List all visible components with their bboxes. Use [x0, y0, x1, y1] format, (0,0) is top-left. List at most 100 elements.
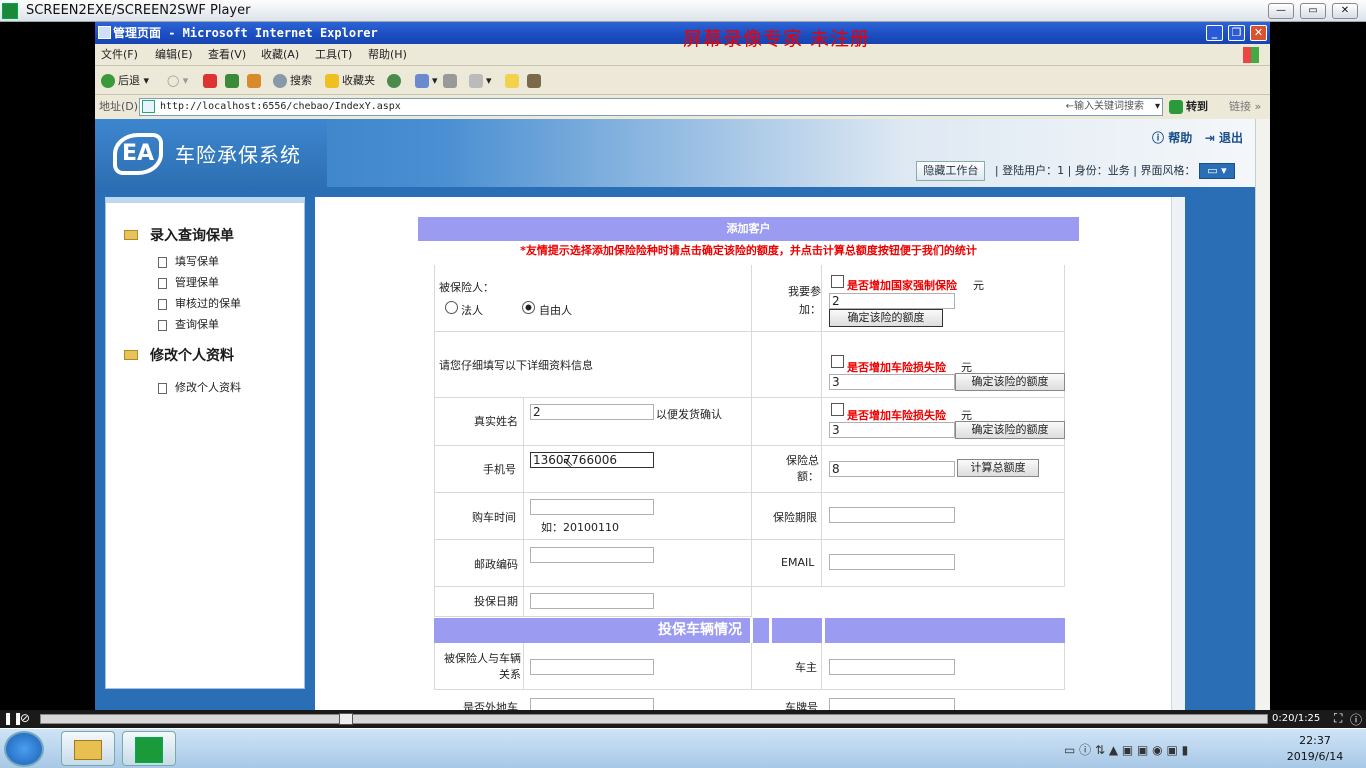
sidebar-section-profile[interactable]: 修改个人资料	[124, 345, 234, 365]
taskbar-player[interactable]	[122, 731, 176, 766]
messenger-button[interactable]	[527, 67, 544, 95]
menu-help[interactable]: 帮助(H)	[368, 44, 407, 66]
plate-input[interactable]	[829, 698, 955, 710]
taskbar-explorer[interactable]	[61, 731, 115, 766]
clock-time: 22:37	[1299, 734, 1331, 747]
email-input[interactable]	[829, 554, 955, 570]
total-input[interactable]: 8	[829, 461, 955, 477]
document-icon	[158, 319, 167, 331]
search-hint: ←输入关键词搜索	[1065, 101, 1144, 112]
ins1-checkbox[interactable]	[831, 275, 844, 288]
back-label: 后退	[118, 74, 140, 87]
join-label: 我要参加：	[788, 285, 821, 316]
sidebar-item-manage-policy[interactable]: 管理保单	[158, 274, 219, 290]
home-button[interactable]	[247, 67, 264, 95]
sidebar-item-query-policy[interactable]: 查询保单	[158, 316, 219, 332]
owner-input[interactable]	[829, 659, 955, 675]
back-arrow-icon	[101, 74, 115, 88]
help-link[interactable]: ⓘ 帮助	[1152, 131, 1192, 145]
ie-restore-button[interactable]: ❐	[1228, 25, 1245, 41]
legal-person-radio[interactable]	[445, 301, 458, 314]
ins2-checkbox[interactable]	[831, 355, 844, 368]
discuss-button[interactable]	[505, 67, 522, 95]
tray-icons[interactable]: ▭ ⓘ ⇅ ▲ ▣ ▣ ◉ ▣ ▮	[1064, 741, 1188, 758]
bar-divider	[750, 618, 753, 643]
sidebar-item-reviewed-policy[interactable]: 审核过的保单	[158, 295, 241, 311]
ie-menu-bar: 文件(F) 编辑(E) 查看(V) 收藏(A) 工具(T) 帮助(H)	[95, 44, 1270, 66]
ins1-input[interactable]: 2	[829, 293, 955, 309]
print-button[interactable]	[443, 67, 460, 95]
progress-thumb[interactable]	[339, 713, 353, 725]
insure-date-label: 投保日期	[474, 595, 518, 608]
calc-total-button[interactable]: 计算总额度	[957, 459, 1039, 477]
address-input[interactable]: http://localhost:6556/chebao/IndexY.aspx…	[139, 98, 1163, 116]
minimize-button[interactable]: —	[1268, 3, 1294, 19]
start-button[interactable]	[4, 731, 44, 767]
info-icon[interactable]: ⓘ	[1350, 711, 1362, 728]
sidebar-item-fill-policy[interactable]: 填写保单	[158, 253, 219, 269]
close-button[interactable]: ✕	[1332, 3, 1358, 19]
period-input[interactable]	[829, 507, 955, 523]
menu-edit[interactable]: 编辑(E)	[155, 44, 193, 66]
zip-input[interactable]	[530, 547, 654, 563]
print-icon	[443, 74, 457, 88]
maximize-button[interactable]: ▭	[1300, 3, 1326, 19]
theme-dropdown[interactable]: ▭ ▾	[1199, 163, 1235, 179]
stop-button[interactable]: ⊘	[20, 711, 30, 725]
page-scrollbar[interactable]	[1255, 119, 1270, 710]
insure-date-input[interactable]	[530, 593, 654, 609]
edit-button[interactable]: ▾	[469, 67, 492, 95]
favorites-button[interactable]: 收藏夹	[325, 67, 375, 95]
go-button[interactable]: 转到	[1169, 96, 1208, 118]
name-note: 以便发货确认	[656, 408, 722, 421]
mail-button[interactable]: ▾	[415, 67, 438, 95]
ins1-confirm-button[interactable]: 确定该险的额度	[829, 309, 943, 327]
search-button[interactable]: 搜索	[273, 67, 312, 95]
relation-input[interactable]	[530, 659, 654, 675]
links-button[interactable]: 链接 »	[1229, 96, 1261, 118]
form-tip: *友情提示选择添加保险险种时请点击确定该险的额度，并点击计算总额度按钮便于我们的…	[520, 244, 977, 257]
logout-label: 退出	[1218, 131, 1243, 145]
clock[interactable]: 22:37 2019/6/14	[1280, 733, 1350, 765]
progress-track[interactable]	[40, 713, 1268, 725]
nonlocal-input[interactable]	[530, 698, 654, 710]
fullscreen-icon[interactable]: ⛶	[1334, 711, 1342, 726]
ie-page-icon	[98, 26, 111, 39]
ins2-input[interactable]: 3	[829, 374, 955, 390]
back-button[interactable]: 后退 ▾	[101, 67, 149, 95]
system-name: 车险承保系统	[175, 143, 301, 167]
menu-favorites[interactable]: 收藏(A)	[261, 44, 299, 66]
ins2-confirm-button[interactable]: 确定该险的额度	[955, 373, 1065, 391]
forward-button[interactable]: ◯ ▾	[167, 67, 188, 95]
name-input[interactable]: 2	[530, 404, 654, 420]
refresh-button[interactable]	[225, 67, 242, 95]
ins3-checkbox[interactable]	[831, 403, 844, 416]
address-dropdown-icon[interactable]: ▾	[1155, 99, 1160, 115]
stop-button[interactable]	[203, 67, 220, 95]
links-label: 链接	[1229, 100, 1251, 113]
sidebar-item-edit-profile[interactable]: 修改个人资料	[158, 379, 241, 395]
sidebar-item-label: 填写保单	[175, 255, 219, 268]
hide-workbench-button[interactable]: 隐藏工作台	[916, 161, 986, 181]
menu-file[interactable]: 文件(F)	[101, 44, 138, 66]
insured-cell	[434, 265, 752, 332]
sidebar-section-policy[interactable]: 录入查询保单	[124, 225, 234, 245]
buy-time-input[interactable]	[530, 499, 654, 515]
ie-minimize-button[interactable]: _	[1206, 25, 1223, 41]
ins3-confirm-button[interactable]: 确定该险的额度	[955, 421, 1065, 439]
content-scrollbar[interactable]	[1171, 197, 1185, 710]
logout-link[interactable]: ⇥ 退出	[1205, 131, 1243, 145]
help-label: 帮助	[1168, 131, 1193, 145]
natural-person-radio[interactable]	[522, 301, 535, 314]
legal-person-label: 法人	[461, 304, 483, 317]
menu-view[interactable]: 查看(V)	[208, 44, 246, 66]
phone-input[interactable]: 13607766006	[530, 452, 654, 468]
ins3-input[interactable]: 3	[829, 422, 955, 438]
history-button[interactable]	[387, 67, 404, 95]
ie-close-button[interactable]: ✕	[1250, 25, 1267, 41]
clock-date: 2019/6/14	[1286, 750, 1344, 763]
menu-tools[interactable]: 工具(T)	[315, 44, 352, 66]
ie-title-bar: 管理页面 - Microsoft Internet Explorer 屏幕录像专…	[95, 22, 1270, 50]
header-status: 隐藏工作台 | 登陆用户：1 | 身份：业务 | 界面风格： ▭ ▾	[916, 161, 1235, 181]
vehicle-section-title: 投保车辆情况	[658, 622, 742, 638]
